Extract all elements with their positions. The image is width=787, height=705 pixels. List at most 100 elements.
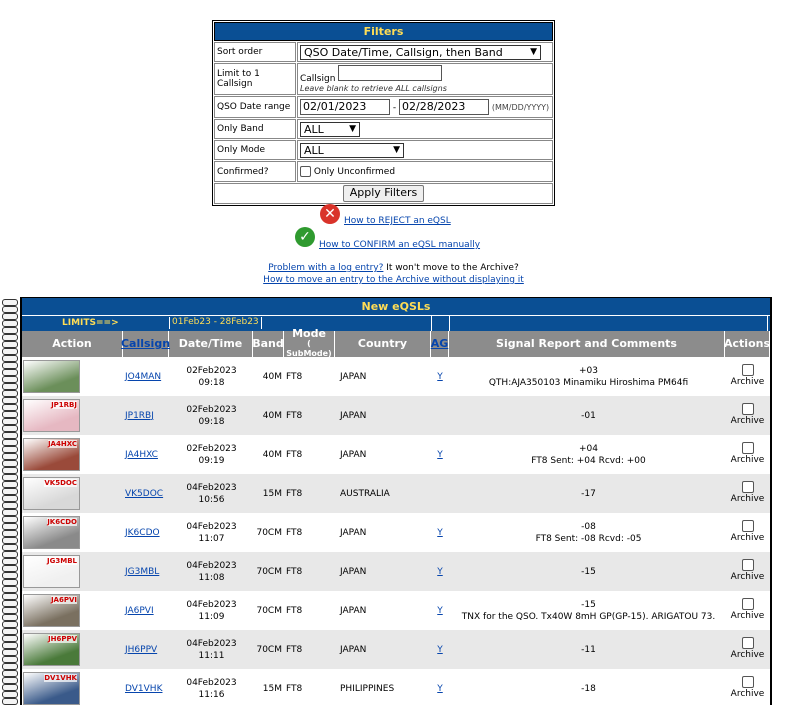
band-cell: 15M [262,683,282,694]
callsign-link[interactable]: JA6PVI [125,606,154,616]
problem-text: It won't move to the Archive? [383,263,519,273]
date-from-input[interactable]: 02/01/2023 [300,99,390,115]
actions-cell: Archive [725,591,770,630]
eqsl-card-thumbnail[interactable]: VK5DOC [23,477,80,510]
callsign-cell[interactable]: JP1RBJ [123,396,169,435]
callsign-link[interactable]: VK5DOC [125,489,163,499]
header-callsign[interactable]: Callsign [121,331,170,357]
table-row: JH6PPV JH6PPV 04Feb2023 11:11 70CM FT8 JAPAN Y -… [22,630,770,669]
ag-cell[interactable]: Y [431,552,449,591]
ag-cell[interactable]: Y [431,357,449,396]
apply-filters-button[interactable]: Apply Filters [342,185,425,202]
only-unconfirmed-checkbox[interactable] [300,166,311,177]
archive-checkbox[interactable] [741,364,754,376]
ag-cell[interactable]: Y [431,630,449,669]
chevron-down-icon: ▼ [349,124,356,134]
eqsl-card-thumbnail[interactable]: JK6CDO [23,516,80,549]
ag-cell[interactable]: Y [431,435,449,474]
archive-checkbox[interactable] [741,520,754,532]
callsign-link[interactable]: DV1VHK [125,684,162,694]
archive-checkbox[interactable] [741,598,754,610]
spiral-coil [2,656,18,663]
ag-cell[interactable]: Y [431,591,449,630]
ag-link[interactable]: Y [437,528,443,538]
header-action: Action [22,331,123,357]
eqsl-card-thumbnail[interactable]: DV1VHK [23,672,80,705]
spiral-coil [2,299,18,306]
action-cell: DV1VHK [23,669,123,705]
ag-link[interactable]: Y [437,684,443,694]
spiral-coil [2,355,18,362]
archive-label: Archive [730,416,765,426]
datetime-cell: 02Feb2023 09:19 [186,443,237,466]
callsign-cell[interactable]: JG3MBL [123,552,169,591]
spiral-coil [2,446,18,453]
spiral-coil [2,572,18,579]
move-to-archive-link[interactable]: How to move an entry to the Archive with… [263,275,524,285]
spiral-coil [2,362,18,369]
eqsl-card-thumbnail[interactable]: JA4HXC [23,438,80,471]
spiral-coil [2,341,18,348]
callsign-link[interactable]: JP1RBJ [125,411,154,421]
ag-link[interactable]: Y [437,606,443,616]
archive-checkbox[interactable] [741,442,754,454]
mode-label: Only Mode [214,140,296,160]
callsign-link[interactable]: JA4HXC [125,450,158,460]
mode-select[interactable]: ALL ▼ [300,142,404,158]
eqsl-card-thumbnail[interactable]: JP1RBJ [23,399,80,432]
sort-order-select[interactable]: QSO Date/Time, Callsign, then Band ▼ [300,44,541,60]
callsign-cell[interactable]: JA6PVI [123,591,169,630]
ag-link[interactable]: Y [437,567,443,577]
header-signal: Signal Report and Comments [449,331,725,357]
ag-cell[interactable] [431,474,449,513]
callsign-cell[interactable]: JA4HXC [123,435,169,474]
header-ag[interactable]: AG [431,331,449,357]
ag-link[interactable]: Y [437,372,443,382]
eqsl-card-thumbnail[interactable]: JA6PVI [23,594,80,627]
archive-checkbox[interactable] [741,403,754,415]
callsign-cell[interactable]: JH6PPV [123,630,169,669]
only-unconfirmed-label: Only Unconfirmed [313,167,396,177]
archive-checkbox[interactable] [741,676,754,688]
chevron-down-icon: ▼ [393,145,400,155]
date-to-input[interactable]: 02/28/2023 [399,99,489,115]
spiral-coil [2,565,18,572]
callsign-cell[interactable]: VK5DOC [123,474,169,513]
eqsl-card-thumbnail[interactable]: JG3MBL [23,555,80,588]
eqsl-card-thumbnail[interactable] [23,360,80,393]
spiral-coil [2,425,18,432]
action-cell: JK6CDO [23,513,123,552]
signal-cell: +04 FT8 Sent: +04 Rcvd: +00 [531,443,646,466]
spiral-coil [2,670,18,677]
spiral-coil [2,418,18,425]
callsign-link[interactable]: JK6CDO [125,528,160,538]
callsign-link[interactable]: JG3MBL [125,567,159,577]
confirm-help-link[interactable]: How to CONFIRM an eQSL manually [319,240,480,250]
callsign-cell[interactable]: JO4MAN [123,357,169,396]
spiral-coil [2,502,18,509]
ag-link[interactable]: Y [437,645,443,655]
table-row: JP1RBJ JP1RBJ 02Feb2023 09:18 40M FT8 JAPAN -01… [22,396,770,435]
archive-label: Archive [730,533,765,543]
callsign-input[interactable] [338,65,443,81]
callsign-cell[interactable]: JK6CDO [123,513,169,552]
archive-checkbox[interactable] [741,637,754,649]
callsign-link[interactable]: JO4MAN [125,372,161,382]
callsign-cell[interactable]: DV1VHK [123,669,169,705]
ag-link[interactable]: Y [437,450,443,460]
ag-cell[interactable]: Y [431,669,449,705]
spiral-coil [2,411,18,418]
problem-link[interactable]: Problem with a log entry? [268,263,383,273]
archive-checkbox[interactable] [741,559,754,571]
datetime-cell: 04Feb2023 11:09 [186,599,237,622]
band-select[interactable]: ALL ▼ [300,121,360,137]
ag-cell[interactable] [431,396,449,435]
sort-order-label: Sort order [214,42,296,62]
archive-checkbox[interactable] [741,481,754,493]
reject-help-link[interactable]: How to REJECT an eQSL [344,216,451,226]
callsign-link[interactable]: JH6PPV [125,645,157,655]
action-cell [23,357,123,396]
eqsl-card-thumbnail[interactable]: JH6PPV [23,633,80,666]
ag-cell[interactable]: Y [431,513,449,552]
table-row: JO4MAN 02Feb2023 09:18 40M FT8 JAPAN Y +03 QTH:A… [22,357,770,396]
